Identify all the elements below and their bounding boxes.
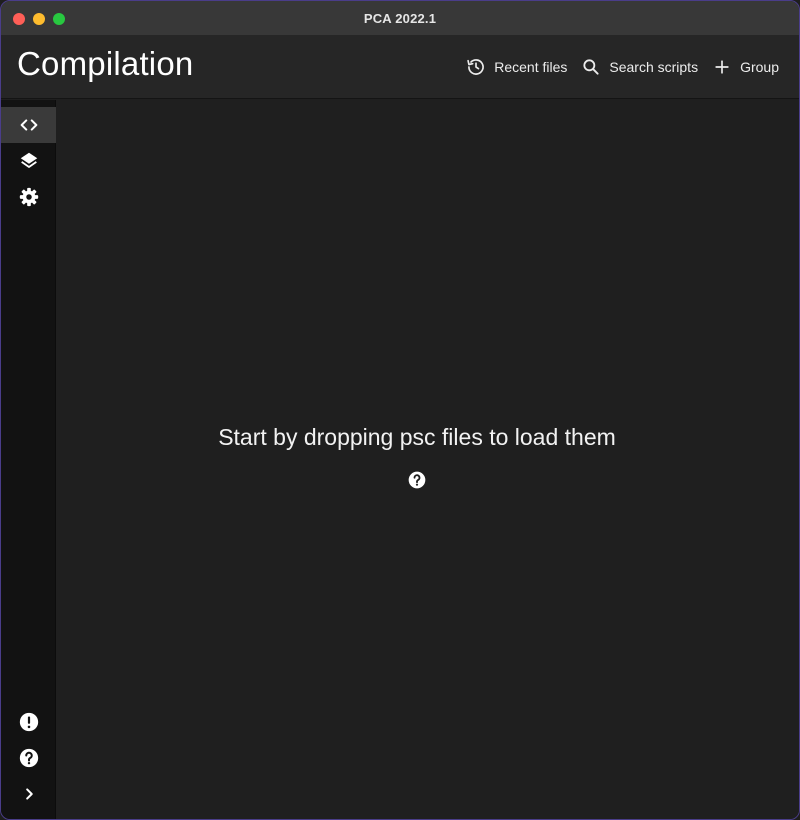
- window-title: PCA 2022.1: [363, 10, 437, 26]
- help-icon: [18, 747, 40, 769]
- page-title: Compilation: [17, 45, 194, 82]
- sidebar-item-compilation[interactable]: [1, 107, 56, 143]
- sidebar-item-layers[interactable]: [1, 143, 56, 179]
- gear-icon: [18, 186, 40, 208]
- plus-icon: [712, 57, 732, 77]
- search-scripts-label: Search scripts: [609, 59, 699, 75]
- sidebar: [1, 100, 56, 819]
- group-label: Group: [740, 59, 779, 75]
- app-window: PCA 2022.1 Compilation Recent files Sear…: [0, 0, 800, 820]
- sidebar-item-settings[interactable]: [1, 179, 56, 215]
- recent-files-label: Recent files: [494, 59, 568, 75]
- recent-files-button[interactable]: Recent files: [466, 55, 567, 79]
- window-controls: [13, 13, 65, 25]
- title-bar: PCA 2022.1: [1, 1, 799, 35]
- sidebar-item-help[interactable]: [1, 740, 56, 776]
- alert-icon: [18, 711, 40, 733]
- chevron-right-icon: [18, 783, 40, 805]
- sidebar-expand-button[interactable]: [1, 776, 56, 812]
- search-icon: [581, 57, 601, 77]
- drop-help-button[interactable]: [407, 470, 427, 490]
- main-content[interactable]: Start by dropping psc files to load them: [56, 100, 799, 819]
- add-group-button[interactable]: Group: [712, 55, 779, 79]
- layers-icon: [18, 150, 40, 172]
- code-icon: [18, 114, 40, 136]
- history-icon: [466, 57, 486, 77]
- search-scripts-button[interactable]: Search scripts: [581, 55, 698, 79]
- empty-state-message: Start by dropping psc files to load them: [218, 424, 616, 450]
- close-window-button[interactable]: [13, 13, 25, 25]
- header-actions: Recent files Search scripts Group: [466, 55, 779, 79]
- help-icon: [407, 470, 427, 490]
- minimize-window-button[interactable]: [33, 13, 45, 25]
- maximize-window-button[interactable]: [53, 13, 65, 25]
- page-header: Compilation Recent files Search scripts …: [1, 35, 799, 99]
- sidebar-item-alerts[interactable]: [1, 704, 56, 740]
